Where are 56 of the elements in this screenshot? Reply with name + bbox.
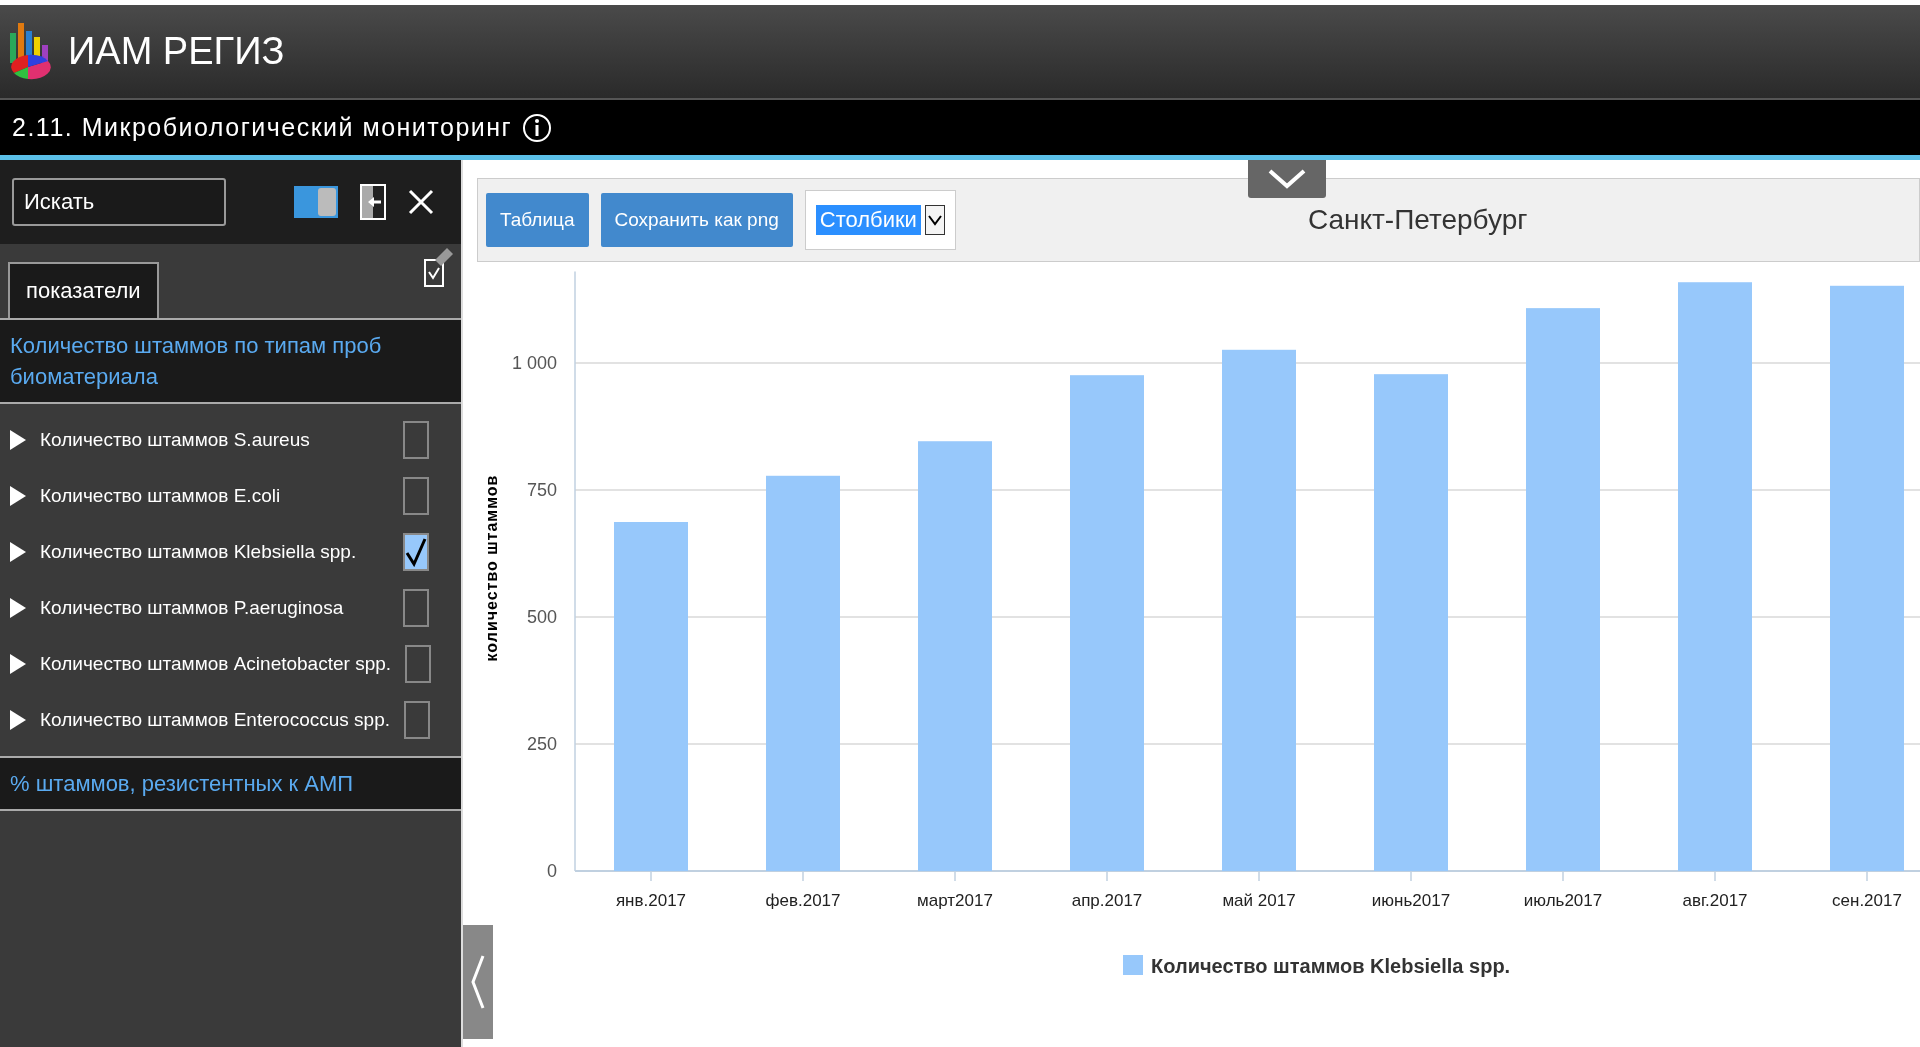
expand-triangle-icon[interactable] xyxy=(10,654,26,674)
checklist-eraser-icon[interactable] xyxy=(423,246,453,288)
indicator-label[interactable]: Количество штаммов E.coli xyxy=(40,485,389,507)
close-icon[interactable] xyxy=(408,189,434,215)
checkbox[interactable] xyxy=(403,533,429,571)
expand-triangle-icon[interactable] xyxy=(10,430,26,450)
region-title: Санкт-Петербург xyxy=(1307,204,1528,236)
toggle-switch[interactable] xyxy=(294,186,338,218)
checkbox[interactable] xyxy=(403,589,429,627)
toolbar-button[interactable]: Сохранить как png xyxy=(600,193,793,247)
group-title: Количество штаммов по типам проб биоматериала xyxy=(10,332,383,391)
group-header[interactable]: % штаммов, резистентных к АМП xyxy=(0,756,461,811)
axis-label: янв.2017 xyxy=(615,891,687,910)
expand-triangle-icon[interactable] xyxy=(10,598,26,618)
indicator-label[interactable]: Количество штаммов Acinetobacter spp. xyxy=(40,653,392,675)
axis-label: 750 xyxy=(526,480,557,500)
axis-label: июнь2017 xyxy=(1371,891,1451,910)
info-icon[interactable] xyxy=(522,112,553,143)
group-title: % штаммов, резистентных к АМП xyxy=(10,770,355,798)
axis-label: июль2017 xyxy=(1523,891,1603,910)
expand-triangle-icon[interactable] xyxy=(10,710,26,730)
axis-label: фев.2017 xyxy=(765,891,841,910)
indicator-label[interactable]: Количество штаммов Enterococcus spp. xyxy=(40,709,390,731)
toolbar-button[interactable]: Таблица xyxy=(486,193,589,247)
checkbox[interactable] xyxy=(405,645,432,683)
checkbox[interactable] xyxy=(403,421,429,459)
axis-label: сен.2017 xyxy=(1832,891,1902,910)
axis-label: март2017 xyxy=(917,891,993,910)
group-header[interactable]: Количество штаммов по типам проб биоматериала xyxy=(0,318,461,404)
axis-title: количество штаммов xyxy=(483,474,500,662)
page-title: 2.11. Микробиологический мониторинг xyxy=(12,113,513,142)
legend-label[interactable]: Количество штаммов Klebsiella spp. xyxy=(1151,955,1511,977)
indicator-label[interactable]: Количество штаммов Klebsiella spp. xyxy=(40,541,389,563)
axis-label: апр.2017 xyxy=(1071,891,1143,910)
app-title: ИАМ РЕГИЗ xyxy=(68,30,285,73)
axis-label: 500 xyxy=(526,607,557,627)
expand-triangle-icon[interactable] xyxy=(10,542,26,562)
sidebar-tab[interactable]: показатели xyxy=(8,262,159,318)
indicator-label[interactable]: Количество штаммов P.aeruginosa xyxy=(40,597,389,619)
legend-swatch xyxy=(1123,955,1143,975)
dock-icon[interactable] xyxy=(360,184,386,220)
check-icon xyxy=(405,537,427,567)
axis-label: авг.2017 xyxy=(1682,891,1748,910)
expand-triangle-icon[interactable] xyxy=(10,486,26,506)
indicator-label[interactable]: Количество штаммов S.aureus xyxy=(40,429,389,451)
search-field[interactable]: Искать xyxy=(12,178,226,226)
chevron-left-icon xyxy=(470,954,486,1010)
axis-label: май 2017 xyxy=(1222,891,1296,910)
axis-label: 1 000 xyxy=(511,353,557,373)
axis-label: 0 xyxy=(547,861,557,881)
expand-sidebar-handle[interactable] xyxy=(463,925,493,1039)
checkbox[interactable] xyxy=(403,477,429,515)
axis-label: 250 xyxy=(526,734,557,754)
collapse-tab[interactable] xyxy=(1248,160,1326,198)
checkbox[interactable] xyxy=(404,701,430,739)
chevron-down-icon xyxy=(1267,168,1307,190)
